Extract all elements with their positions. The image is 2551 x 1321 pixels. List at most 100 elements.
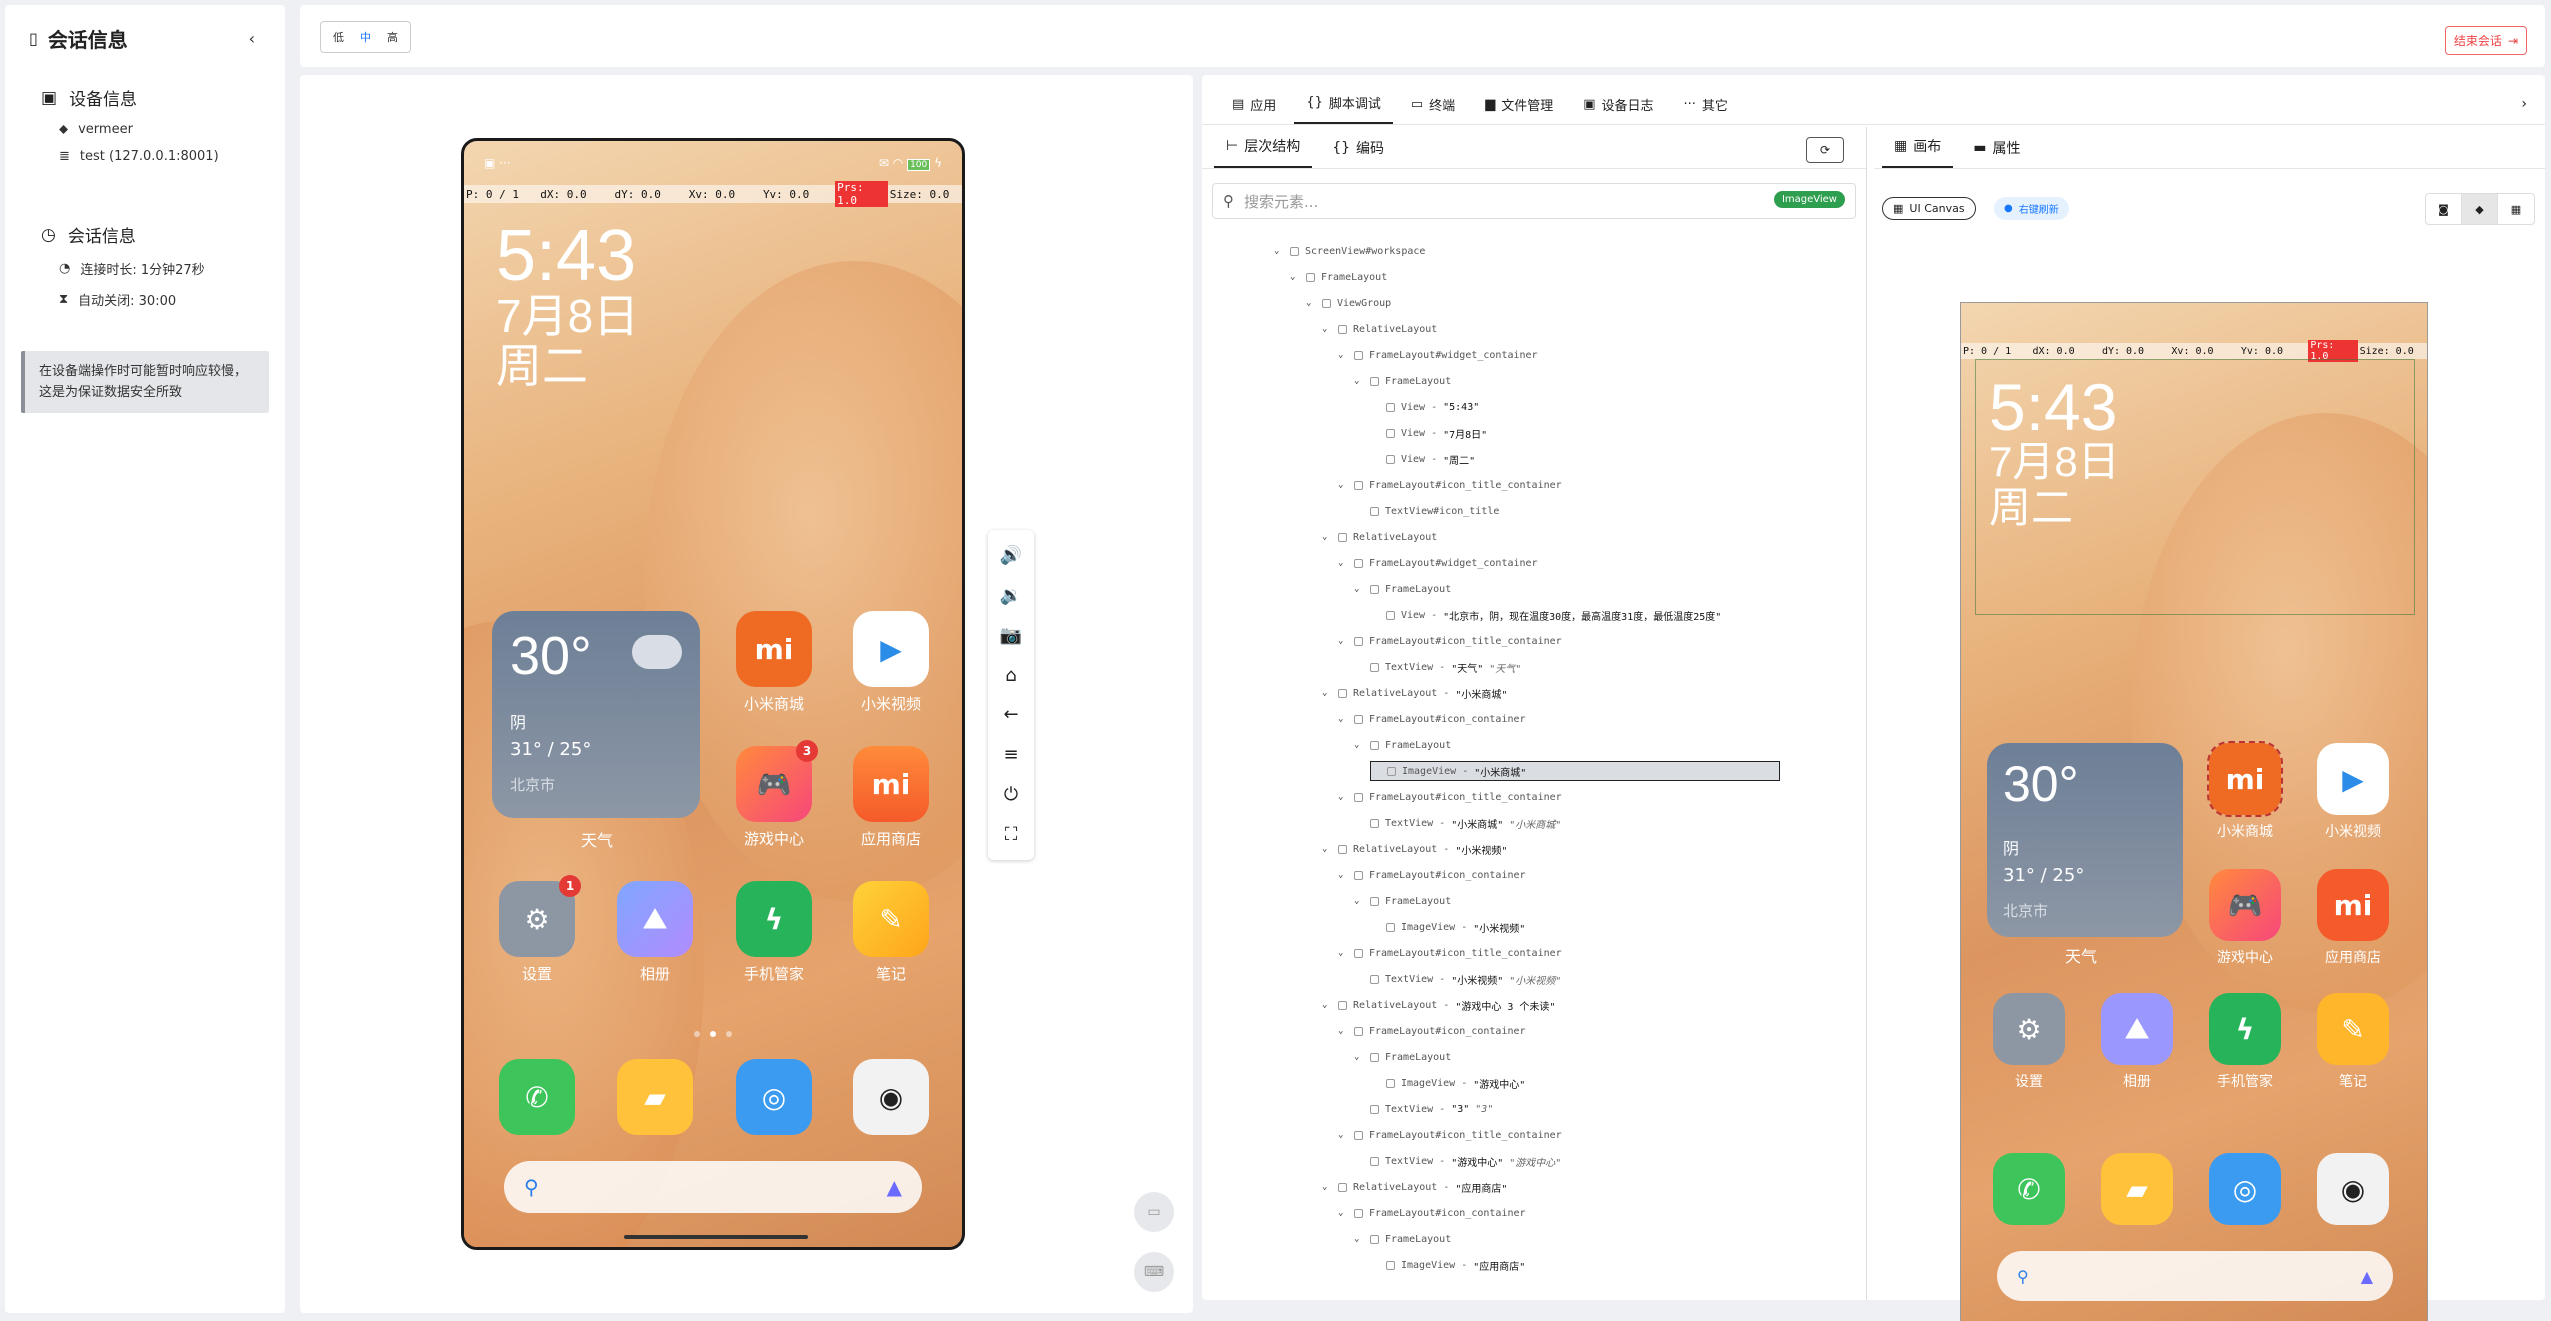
expand-chevron-icon[interactable]: ⌄ (1338, 1130, 1348, 1140)
end-session-button[interactable]: 结束会话 ⇥ (2444, 26, 2527, 55)
fullscreen-icon[interactable]: ⛶ (1005, 824, 1018, 845)
tree-node[interactable]: ⌄ RelativeLayout - "小米视频" (1322, 839, 1507, 859)
tab-files[interactable]: ▆ 文件管理 (1473, 95, 1565, 124)
camera-icon[interactable]: ◙ (2426, 194, 2462, 224)
expand-chevron-icon[interactable]: ⌄ (1290, 272, 1300, 282)
tree-node[interactable]: ⌄ FrameLayout (1354, 735, 1451, 755)
expand-chevron-icon[interactable]: ⌄ (1322, 324, 1332, 334)
tree-node[interactable]: TextView - "小米视频" "小米视频" (1354, 969, 1561, 989)
tree-node[interactable]: ⌄ FrameLayout (1290, 267, 1387, 287)
expand-chevron-icon[interactable]: ⌄ (1338, 948, 1348, 958)
weather-widget[interactable]: 30° 阴 31° / 25° 北京市 (492, 611, 700, 818)
tab-code[interactable]: {} 编码 (1320, 138, 1396, 168)
home-search-bar[interactable]: ⚲ ▲ (504, 1161, 922, 1213)
tree-node[interactable]: View - "北京市，阴，现在温度30度，最高温度31度，最低温度25度" (1370, 605, 1721, 625)
expand-chevron-icon[interactable]: ⌄ (1338, 350, 1348, 360)
tree-node[interactable]: View - "周二" (1370, 449, 1475, 469)
expand-chevron-icon[interactable]: ⌄ (1306, 298, 1316, 308)
tree-node[interactable]: View - "5:43" (1370, 397, 1479, 417)
ui-canvas-toggle[interactable]: ▦ UI Canvas (1882, 197, 1976, 220)
home-icon[interactable]: ⌂ (1005, 665, 1016, 686)
quality-low[interactable]: 低 (325, 29, 352, 45)
quality-selector[interactable]: 低 中 高 (320, 21, 411, 53)
expand-chevron-icon[interactable]: ⌄ (1338, 1208, 1348, 1218)
expand-chevron-icon[interactable]: ⌄ (1322, 844, 1332, 854)
quality-high[interactable]: 高 (379, 29, 406, 45)
volume-up-icon[interactable]: 🔊 (1000, 545, 1022, 566)
expand-chevron-icon[interactable]: ⌄ (1338, 870, 1348, 880)
power-icon[interactable]: ⏻ (1004, 784, 1018, 805)
tree-node[interactable]: TextView - "游戏中心" "游戏中心" (1354, 1151, 1561, 1171)
tab-properties[interactable]: ▬ 属性 (1961, 138, 2032, 168)
tree-node[interactable]: ⌄ FrameLayout#icon_title_container (1338, 943, 1562, 963)
tree-node[interactable]: ImageView - "小米商城" (1370, 761, 1780, 781)
expand-chevron-icon[interactable]: ⌄ (1354, 1052, 1364, 1062)
expand-chevron-icon[interactable]: ⌄ (1322, 688, 1332, 698)
tree-node[interactable]: TextView - "天气" "天气" (1354, 657, 1521, 677)
expand-chevron-icon[interactable]: ⌄ (1338, 714, 1348, 724)
tree-node[interactable]: ImageView - "游戏中心" (1370, 1073, 1525, 1093)
tab-canvas[interactable]: ▦ 画布 (1882, 136, 1954, 168)
display-toggle-icon[interactable]: ▭ (1134, 1192, 1174, 1232)
tree-node[interactable]: ⌄ FrameLayout (1354, 371, 1451, 391)
tab-apps[interactable]: ▤ 应用 (1220, 95, 1288, 124)
expand-chevron-icon[interactable]: ⌄ (1354, 896, 1364, 906)
tree-node[interactable]: ⌄ FrameLayout#icon_title_container (1338, 631, 1562, 651)
expand-chevron-icon[interactable]: ⌄ (1338, 636, 1348, 646)
tab-terminal[interactable]: ▭ 终端 (1399, 95, 1467, 124)
expand-chevron-icon[interactable]: ⌄ (1338, 1026, 1348, 1036)
menu-icon[interactable]: ≡ (1003, 744, 1018, 765)
tree-node[interactable]: ⌄ FrameLayout#icon_title_container (1338, 787, 1562, 807)
tree-node[interactable]: TextView#icon_title (1354, 501, 1499, 521)
app-settings[interactable]: ⚙ 1 设置 (499, 875, 581, 984)
keyboard-icon[interactable]: ⌨ (1134, 1252, 1174, 1292)
quality-mid[interactable]: 中 (352, 29, 379, 45)
back-icon[interactable]: ← (1003, 704, 1018, 725)
expand-chevron-icon[interactable]: ⌄ (1354, 1234, 1364, 1244)
expand-chevron-icon[interactable]: ⌄ (1274, 246, 1284, 256)
expand-chevron-icon[interactable]: ⌄ (1322, 1000, 1332, 1010)
expand-chevron-icon[interactable]: ⌄ (1338, 558, 1348, 568)
tree-node[interactable]: ⌄ FrameLayout (1354, 1047, 1451, 1067)
dock-messages[interactable]: ▰ (617, 1059, 693, 1141)
tree-node[interactable]: ⌄ FrameLayout#icon_container (1338, 1203, 1526, 1223)
tree-node[interactable]: ⌄ FrameLayout#icon_container (1338, 865, 1526, 885)
dock-browser[interactable]: ◎ (736, 1059, 812, 1141)
tree-node[interactable]: TextView - "3" "3" (1354, 1099, 1493, 1119)
tree-node[interactable]: ⌄ RelativeLayout - "应用商店" (1322, 1177, 1507, 1197)
collapse-chevron-icon[interactable]: ‹ (249, 29, 255, 48)
tree-node[interactable]: ImageView - "小米视频" (1370, 917, 1525, 937)
tab-hierarchy[interactable]: ⊢ 层次结构 (1214, 136, 1313, 168)
refresh-button[interactable]: ⟳ (1806, 137, 1844, 163)
grid-view-icon[interactable]: ▦ (2498, 194, 2534, 224)
volume-down-icon[interactable]: 🔉 (1000, 585, 1022, 606)
tree-node[interactable]: ⌄ FrameLayout (1354, 1229, 1451, 1249)
tab-more[interactable]: ··· 其它 (1672, 95, 1740, 124)
clock-widget[interactable]: 5:43 7月8日 周二 (496, 220, 639, 391)
app-mi-video[interactable]: ▶ 小米视频 (853, 611, 929, 714)
tree-node[interactable]: ⌄ RelativeLayout - "游戏中心 3 个未读" (1322, 995, 1555, 1015)
app-game-center[interactable]: 🎮 3 游戏中心 (736, 740, 818, 849)
tab-script-debug[interactable]: {} 脚本调试 (1294, 93, 1393, 124)
tree-node[interactable]: ⌄ RelativeLayout - "小米商城" (1322, 683, 1507, 703)
tree-node[interactable]: ⌄ FrameLayout#widget_container (1338, 345, 1538, 365)
expand-chevron-icon[interactable]: ⌄ (1354, 584, 1364, 594)
tree-node[interactable]: ⌄ ViewGroup (1306, 293, 1391, 313)
tree-node[interactable]: TextView - "小米商城" "小米商城" (1354, 813, 1561, 833)
tree-node[interactable]: ⌄ RelativeLayout (1322, 527, 1437, 547)
chevron-right-icon[interactable]: › (2521, 96, 2527, 124)
element-search-input[interactable]: ⚲ 搜索元素... ImageView (1212, 183, 1856, 219)
expand-chevron-icon[interactable]: ⌄ (1354, 376, 1364, 386)
phone-screen[interactable]: ▣ ··· ✉ ◠ 100 ϟ P: 0 / 1 dX: 0.0 dY: 0.0… (461, 138, 965, 1250)
app-mi-store[interactable]: mi 小米商城 (736, 611, 812, 714)
tree-node[interactable]: ⌄ FrameLayout#icon_title_container (1338, 1125, 1562, 1145)
tree-node[interactable]: ⌄ ScreenView#workspace (1274, 241, 1425, 261)
app-notes[interactable]: ✎ 笔记 (853, 881, 929, 984)
tree-node[interactable]: ⌄ FrameLayout (1354, 891, 1451, 911)
tree-node[interactable]: ⌄ FrameLayout#icon_container (1338, 1021, 1526, 1041)
app-gallery[interactable]: ⛰ 相册 (617, 881, 693, 984)
expand-chevron-icon[interactable]: ⌄ (1322, 532, 1332, 542)
tree-node[interactable]: ⌄ FrameLayout#widget_container (1338, 553, 1538, 573)
app-store[interactable]: mi 应用商店 (853, 746, 929, 849)
tree-node[interactable]: ⌄ FrameLayout#icon_container (1338, 709, 1526, 729)
